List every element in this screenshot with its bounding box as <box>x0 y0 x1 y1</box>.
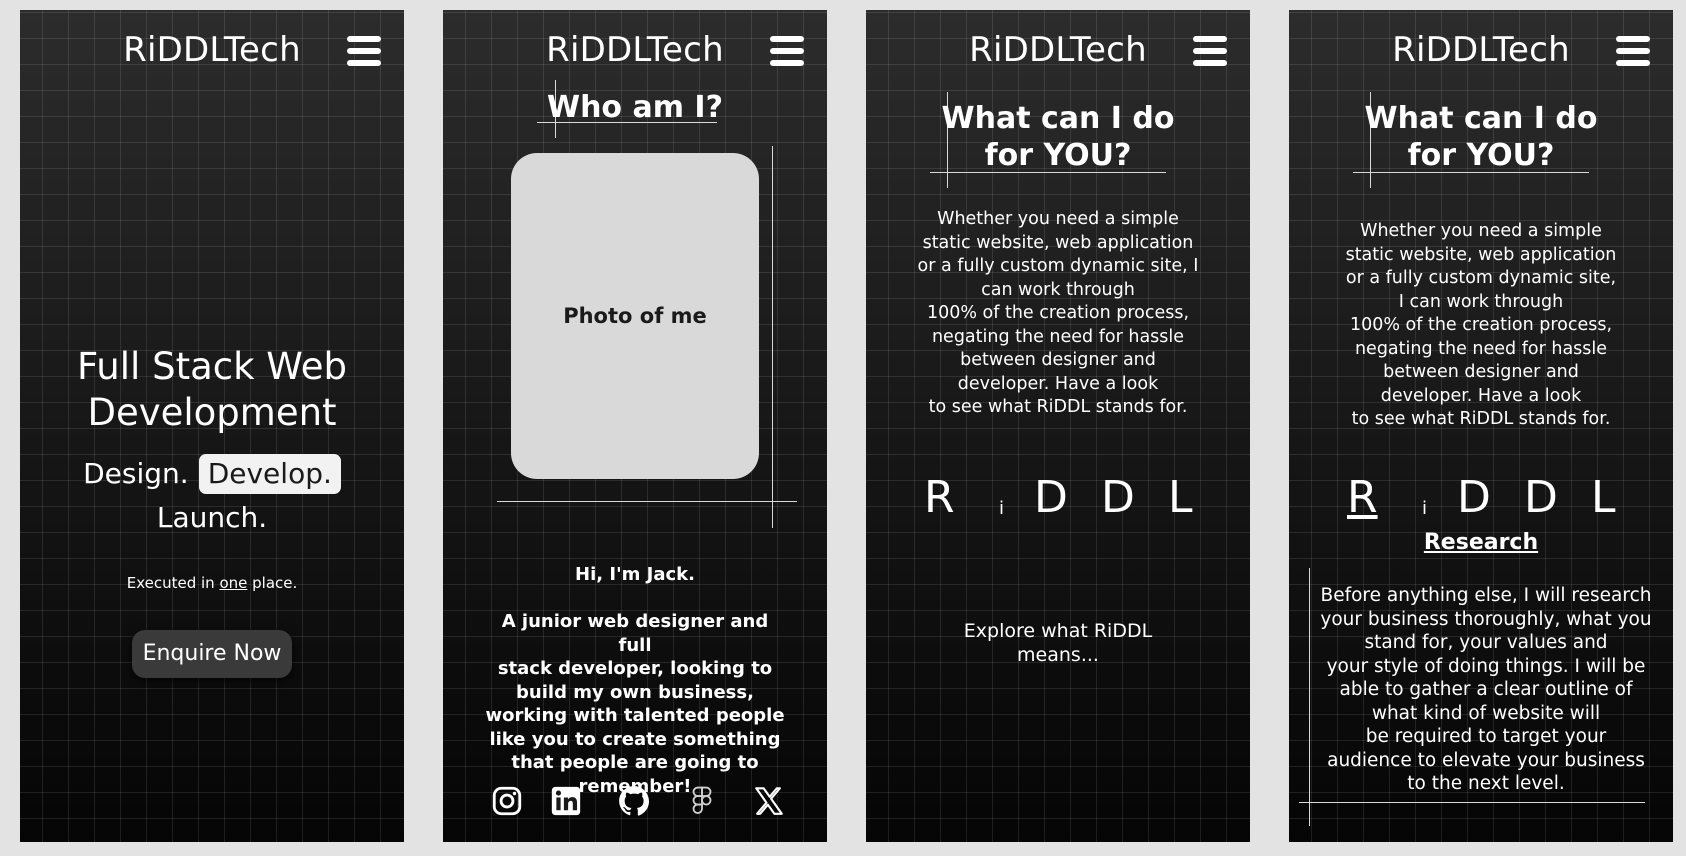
desc-line: Whether you need a simple <box>1360 221 1602 241</box>
hamburger-icon[interactable] <box>347 36 381 66</box>
screen-home: RiDDLTech Full Stack Web Development Des… <box>20 10 404 842</box>
research-line: your style of doing things. I will be <box>1326 655 1646 677</box>
bio-line: working with talented people <box>485 705 785 726</box>
executed-pre: Executed in <box>126 574 220 592</box>
research-text: Before anything else, I will research yo… <box>1314 584 1658 796</box>
letter-l[interactable]: L <box>1168 468 1193 528</box>
desc-line: can work through <box>981 279 1135 300</box>
desc-line: developer. Have a look <box>957 373 1159 394</box>
letter-i[interactable]: i <box>999 498 1004 519</box>
screen-services-research: RiDDLTech What can I do for YOU? Whether… <box>1289 10 1673 842</box>
desc-line: to see what RiDDL stands for. <box>1351 409 1611 429</box>
hero-title-line1: Full Stack Web <box>77 345 347 388</box>
desc-line: developer. Have a look <box>1380 385 1582 406</box>
decor-line <box>772 146 773 528</box>
letter-d2[interactable]: D <box>1524 468 1558 528</box>
instagram-icon[interactable] <box>490 784 524 818</box>
decor-line <box>1299 802 1645 803</box>
photo-label: Photo of me <box>563 304 707 328</box>
hero-title: Full Stack Web Development <box>20 344 404 436</box>
bio-line: that people are going to <box>511 752 759 773</box>
desc-line: 100% of the creation process, <box>926 303 1190 323</box>
research-heading: Research <box>1423 530 1539 555</box>
desc-line: to see what RiDDL stands for. <box>928 397 1188 417</box>
social-links <box>483 784 787 820</box>
hamburger-icon[interactable] <box>1193 36 1227 66</box>
desc-line: I can work through <box>1398 291 1564 312</box>
hamburger-icon[interactable] <box>1616 36 1650 66</box>
header: RiDDLTech <box>443 10 827 94</box>
letter-l[interactable]: L <box>1591 468 1616 528</box>
explore-line2: means... <box>1017 643 1099 666</box>
desc-line: negating the need for hassle <box>931 326 1185 347</box>
desc-line: between designer and <box>960 350 1156 370</box>
bio-line: stack developer, looking to <box>497 658 773 679</box>
desc-line: or a fully custom dynamic site, <box>1345 268 1617 288</box>
greeting: Hi, I'm Jack. <box>575 564 695 585</box>
enquire-now-button[interactable]: Enquire Now <box>132 630 292 678</box>
about-title: Who am I? <box>546 90 723 125</box>
tag-design: Design. <box>83 457 189 490</box>
services-title-line1: What can I do <box>1364 101 1598 136</box>
research-line: be required to target your <box>1365 726 1607 747</box>
x-icon[interactable] <box>752 784 786 818</box>
letter-d2[interactable]: D <box>1101 468 1135 528</box>
letter-d1[interactable]: D <box>1034 468 1068 528</box>
github-icon[interactable] <box>617 784 651 818</box>
research-line: to the next level. <box>1407 773 1565 794</box>
desc-line: static website, web application <box>1345 244 1617 265</box>
header: RiDDLTech <box>1289 10 1673 94</box>
research-line: able to gather a clear outline of <box>1339 679 1633 700</box>
bio-text: A junior web designer and full stack dev… <box>483 610 787 798</box>
services-title-line1: What can I do <box>941 101 1175 136</box>
executed-post: place. <box>247 574 298 592</box>
letter-r-active[interactable]: R <box>1347 468 1378 528</box>
tag-launch: Launch. <box>156 501 268 534</box>
desc-line: or a fully custom dynamic site, I <box>917 256 1199 276</box>
header: RiDDLTech <box>866 10 1250 94</box>
research-line: stand for, your values and <box>1364 632 1608 653</box>
letter-d1[interactable]: D <box>1457 468 1491 528</box>
research-line: Before anything else, I will research <box>1320 585 1652 606</box>
bio-line: A junior web designer and full <box>501 611 769 656</box>
tagline: Design. Develop. Launch. <box>20 452 404 540</box>
decor-line <box>497 501 797 502</box>
screen-services: RiDDLTech What can I do for YOU? Whether… <box>866 10 1250 842</box>
explore-line1: Explore what RiDDL <box>963 620 1153 642</box>
research-line: audience to elevate your business <box>1327 749 1645 771</box>
services-title-line2: for YOU? <box>1407 138 1555 173</box>
explore-prompt: Explore what RiDDL means... <box>866 620 1250 667</box>
photo-placeholder: Photo of me <box>511 153 759 479</box>
services-title-line2: for YOU? <box>984 138 1132 173</box>
executed-emphasis: one <box>219 574 248 592</box>
letter-i[interactable]: i <box>1422 498 1427 519</box>
bio-line: build my own business, <box>516 681 754 703</box>
hero-title-line2: Development <box>87 391 337 434</box>
riddl-letters: R i D D L <box>1289 468 1673 528</box>
riddl-letters: R i D D L <box>866 468 1250 528</box>
services-description: Whether you need a simple static website… <box>906 208 1210 420</box>
bio-line: like you to create something <box>489 728 781 750</box>
services-title: What can I do for YOU? <box>1289 100 1673 174</box>
desc-line: 100% of the creation process, <box>1349 315 1613 335</box>
executed-caption: Executed in one place. <box>20 574 404 592</box>
header: RiDDLTech <box>20 10 404 94</box>
letter-r[interactable]: R <box>924 468 955 528</box>
desc-line: Whether you need a simple <box>937 209 1179 229</box>
desc-line: between designer and <box>1383 362 1579 382</box>
desc-line: negating the need for hassle <box>1354 338 1608 359</box>
services-title: What can I do for YOU? <box>866 100 1250 174</box>
screen-about: RiDDLTech Who am I? Photo of me Hi, I'm … <box>443 10 827 842</box>
figma-icon[interactable] <box>685 784 719 818</box>
linkedin-icon[interactable] <box>549 784 583 818</box>
services-description: Whether you need a simple static website… <box>1329 220 1633 432</box>
decor-line <box>1309 568 1310 826</box>
tag-develop-highlight: Develop. <box>198 454 341 494</box>
research-line: what kind of website will <box>1371 702 1601 724</box>
desc-line: static website, web application <box>922 232 1194 253</box>
research-line: your business thoroughly, what you <box>1320 608 1652 630</box>
hamburger-icon[interactable] <box>770 36 804 66</box>
